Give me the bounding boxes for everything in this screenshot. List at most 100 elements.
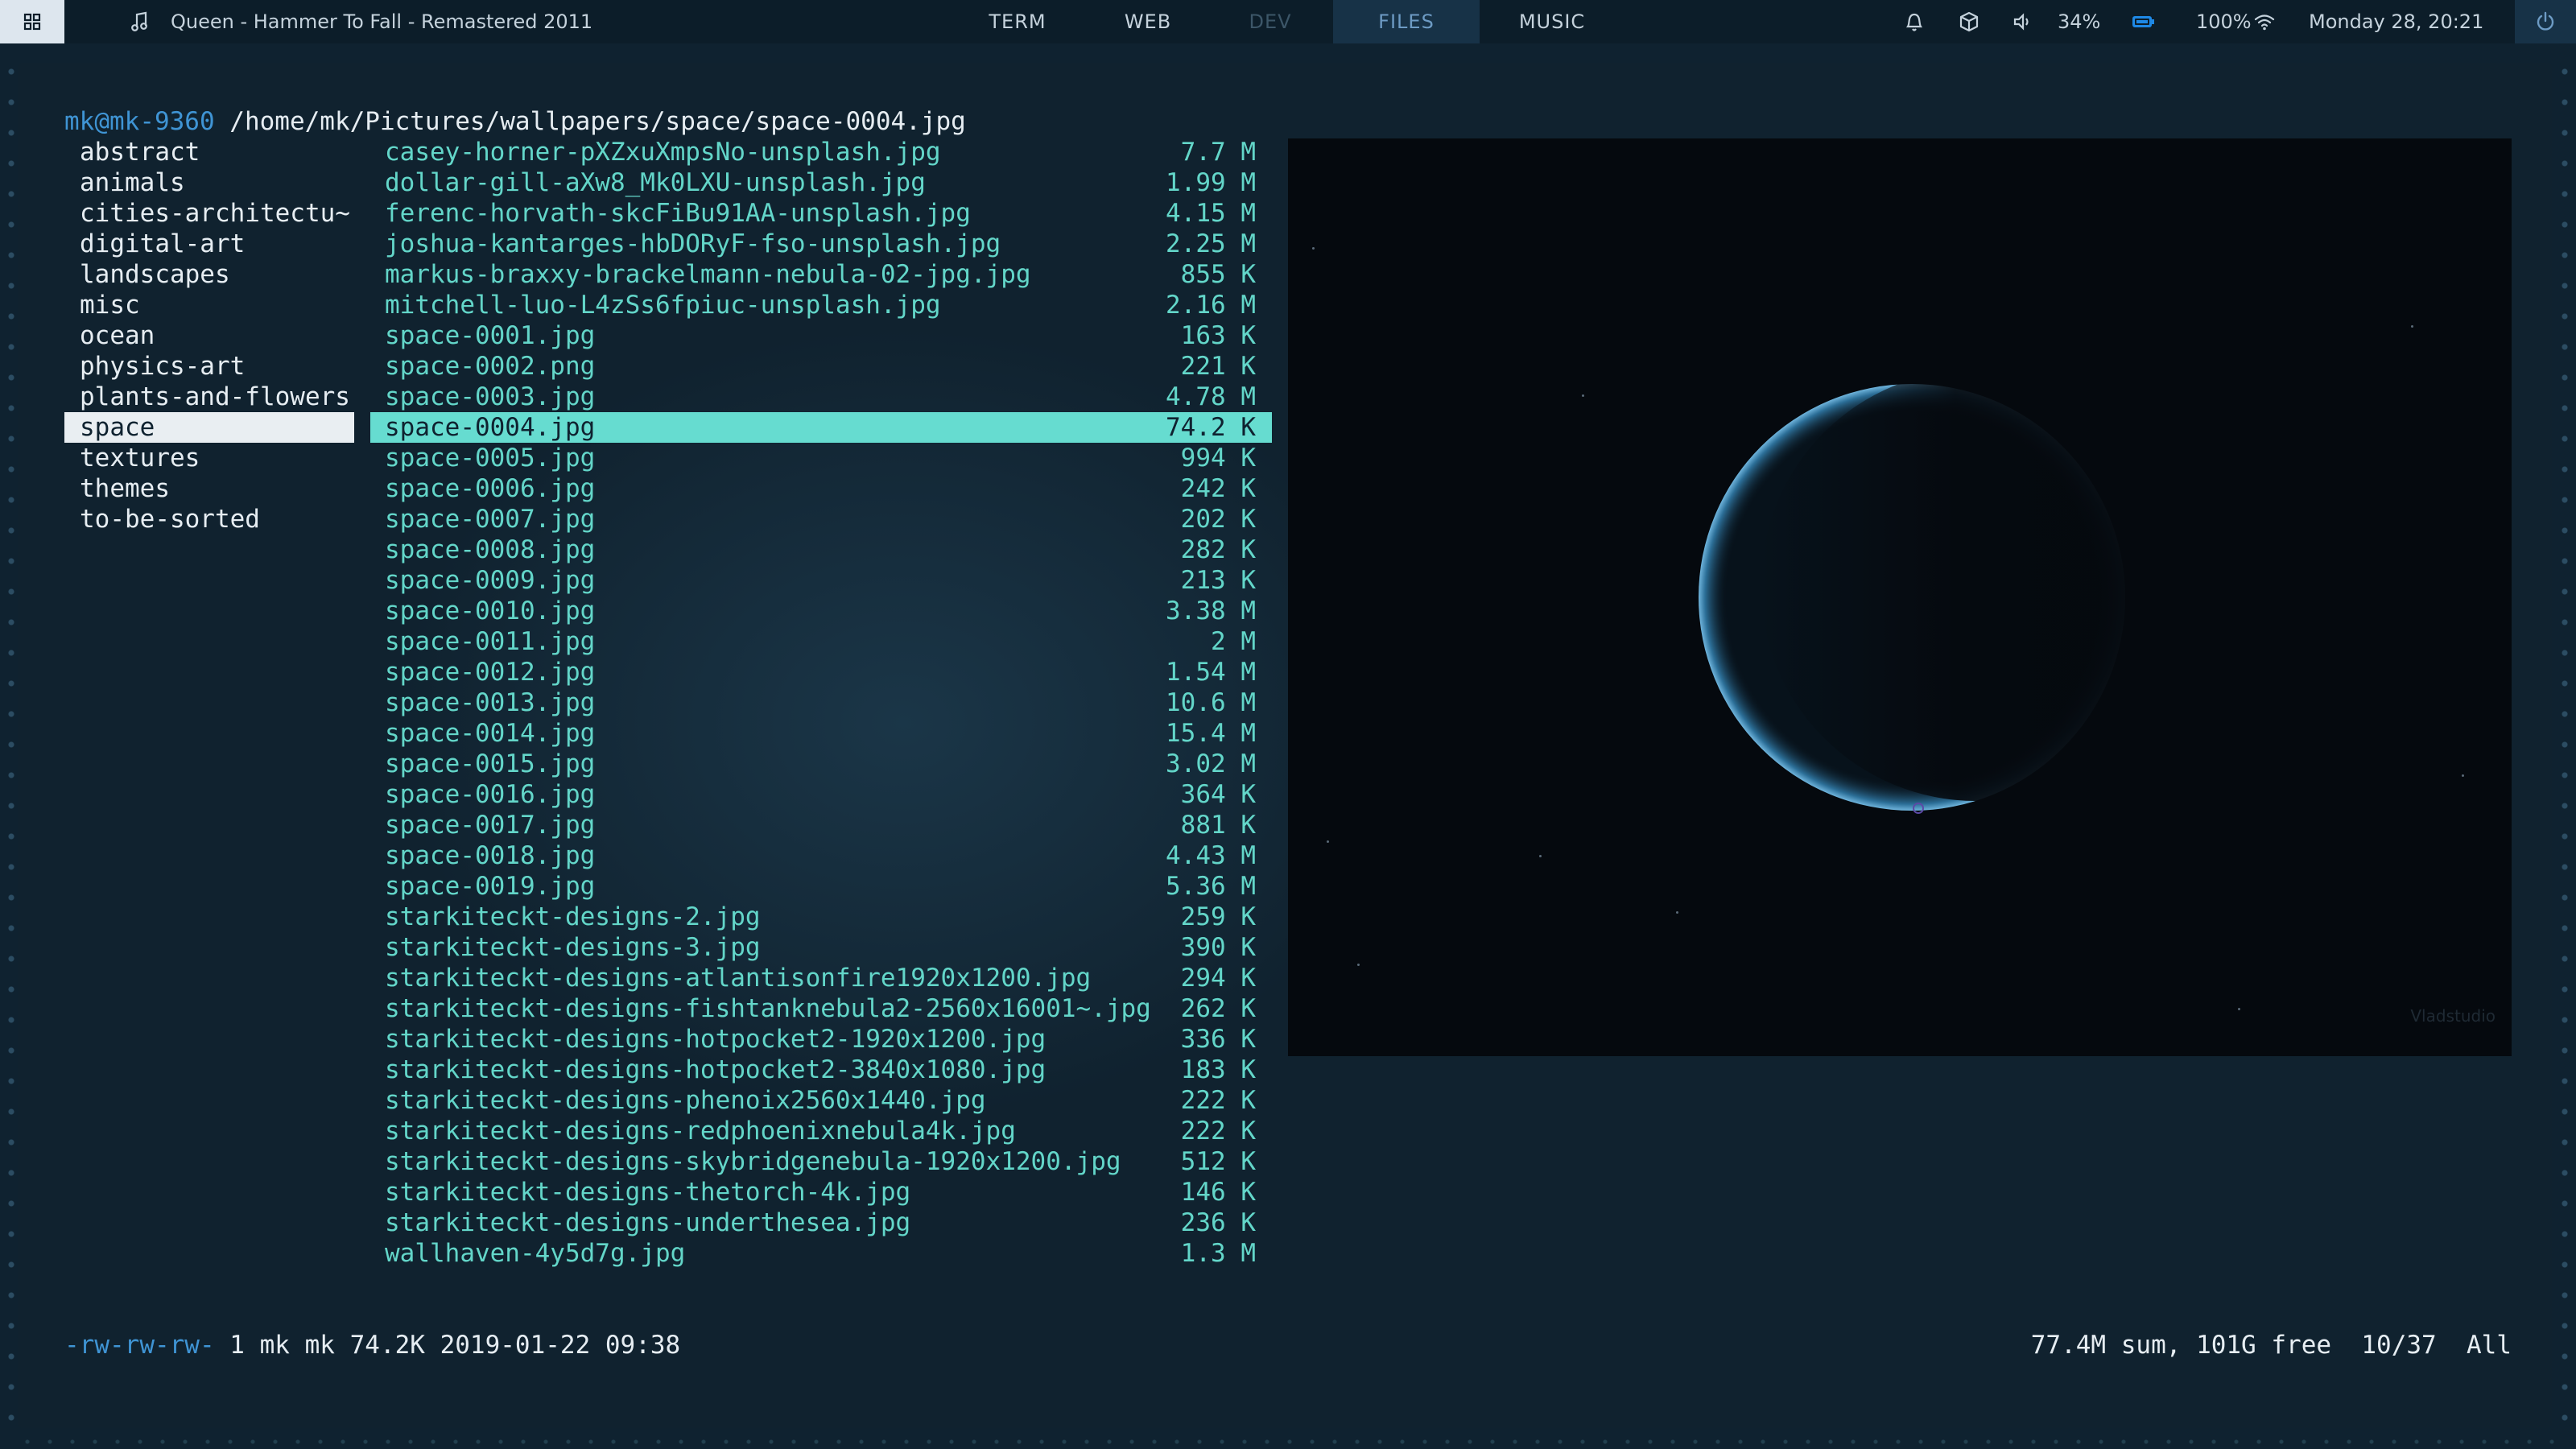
package-button[interactable] — [1959, 0, 1979, 43]
file-item[interactable]: starkiteckt-designs-atlantisonfire1920x1… — [370, 963, 1272, 993]
top-bar: Queen - Hammer To Fall - Remastered 2011… — [0, 0, 2576, 43]
directory-item[interactable]: animals — [64, 167, 354, 198]
file-name: space-0010.jpg — [385, 597, 596, 625]
file-item[interactable]: joshua-kantarges-hbDORyF-fso-unsplash.jp… — [370, 229, 1272, 259]
file-item[interactable]: starkiteckt-designs-thetorch-4k.jpg 146 K — [370, 1177, 1272, 1208]
file-name: space-0011.jpg — [385, 627, 596, 656]
file-item[interactable]: starkiteckt-designs-3.jpg 390 K — [370, 932, 1272, 963]
directory-item[interactable]: abstract — [64, 137, 354, 167]
file-item[interactable]: space-0003.jpg 4.78 M — [370, 382, 1272, 412]
file-size: 4.43 M — [1166, 841, 1256, 870]
directory-item[interactable]: misc — [64, 290, 354, 320]
music-note-icon — [130, 11, 148, 32]
file-item[interactable]: casey-horner-pXZxuXmpsNo-unsplash.jpg 7.7… — [370, 137, 1272, 167]
file-item[interactable]: starkiteckt-designs-2.jpg 259 K — [370, 902, 1272, 932]
volume-icon — [2013, 13, 2032, 31]
file-size: 390 K — [1180, 933, 1256, 962]
file-item[interactable]: markus-braxxy-brackelmann-nebula-02-jpg.… — [370, 259, 1272, 290]
file-item[interactable]: starkiteckt-designs-redphoenixnebula4k.j… — [370, 1116, 1272, 1146]
directory-item[interactable]: ocean — [64, 320, 354, 351]
file-item[interactable]: space-0012.jpg 1.54 M — [370, 657, 1272, 687]
file-item[interactable]: space-0009.jpg 213 K — [370, 565, 1272, 596]
file-item[interactable]: space-0014.jpg 15.4 M — [370, 718, 1272, 749]
file-item[interactable]: starkiteckt-designs-phenoix2560x1440.jpg… — [370, 1085, 1272, 1116]
file-item[interactable]: space-0013.jpg 10.6 M — [370, 687, 1272, 718]
file-size: 163 K — [1180, 321, 1256, 350]
file-size: 10.6 M — [1166, 688, 1256, 717]
file-name: starkiteckt-designs-atlantisonfire1920x1… — [385, 964, 1092, 993]
file-item[interactable]: space-0001.jpg 163 K — [370, 320, 1272, 351]
notifications-button[interactable] — [1905, 0, 1924, 43]
file-item[interactable]: starkiteckt-designs-underthesea.jpg 236 K — [370, 1208, 1272, 1238]
file-size: 236 K — [1180, 1208, 1256, 1237]
file-item[interactable]: space-0010.jpg 3.38 M — [370, 596, 1272, 626]
file-item[interactable]: space-0017.jpg 881 K — [370, 810, 1272, 840]
file-name: ferenc-horvath-skcFiBu91AA-unsplash.jpg — [385, 199, 971, 228]
file-size: 202 K — [1180, 505, 1256, 534]
tab-label: TERM — [989, 10, 1046, 33]
file-item[interactable]: wallhaven-4y5d7g.jpg 1.3 M — [370, 1238, 1272, 1269]
status-bar-right: 77.4M sum, 101G free 10/37 All — [2031, 1330, 2512, 1360]
directory-item[interactable]: physics-art — [64, 351, 354, 382]
tab-label: WEB — [1124, 10, 1172, 33]
clock[interactable]: Monday 28, 20:21 — [2309, 0, 2483, 43]
file-size: 213 K — [1180, 566, 1256, 595]
file-item[interactable]: space-0008.jpg 282 K — [370, 535, 1272, 565]
file-item[interactable]: ferenc-horvath-skcFiBu91AA-unsplash.jpg 4… — [370, 198, 1272, 229]
file-name: space-0007.jpg — [385, 505, 596, 534]
file-item[interactable]: starkiteckt-designs-hotpocket2-3840x1080… — [370, 1055, 1272, 1085]
file-name: dollar-gill-aXw8_Mk0LXU-unsplash.jpg — [385, 168, 926, 197]
file-size: 7.7 M — [1180, 138, 1256, 167]
file-item[interactable]: dollar-gill-aXw8_Mk0LXU-unsplash.jpg 1.99… — [370, 167, 1272, 198]
file-size: 3.38 M — [1166, 597, 1256, 625]
file-name: starkiteckt-designs-hotpocket2-1920x1200… — [385, 1025, 1046, 1054]
file-size: 1.99 M — [1166, 168, 1256, 197]
file-item[interactable]: space-0016.jpg 364 K — [370, 779, 1272, 810]
file-item[interactable]: space-0004.jpg 74.2 K — [370, 412, 1272, 443]
file-item[interactable]: space-0015.jpg 3.02 M — [370, 749, 1272, 779]
directory-item[interactable]: cities-architectu~ — [64, 198, 354, 229]
menu-button[interactable] — [0, 0, 64, 43]
directory-item[interactable]: digital-art — [64, 229, 354, 259]
directory-item[interactable]: space — [64, 412, 354, 443]
tab-term[interactable]: TERM — [985, 0, 1050, 43]
file-size: 183 K — [1180, 1055, 1256, 1084]
file-name: casey-horner-pXZxuXmpsNo-unsplash.jpg — [385, 138, 941, 167]
tab-web[interactable]: WEB — [1116, 0, 1180, 43]
file-item[interactable]: space-0019.jpg 5.36 M — [370, 871, 1272, 902]
file-name: joshua-kantarges-hbDORyF-fso-unsplash.jp… — [385, 229, 1001, 258]
file-item[interactable]: starkiteckt-designs-skybridgenebula-1920… — [370, 1146, 1272, 1177]
directory-item[interactable]: textures — [64, 443, 354, 473]
directory-item[interactable]: landscapes — [64, 259, 354, 290]
clock-text: Monday 28, 20:21 — [2309, 10, 2484, 33]
tab-dev[interactable]: DEV — [1238, 0, 1302, 43]
tab-music[interactable]: MUSIC — [1513, 0, 1591, 43]
file-item[interactable]: space-0006.jpg 242 K — [370, 473, 1272, 504]
file-item[interactable]: mitchell-luo-L4zSs6fpiuc-unsplash.jpg 2.1… — [370, 290, 1272, 320]
file-name: space-0018.jpg — [385, 841, 596, 870]
file-name: starkiteckt-designs-fishtanknebula2-2560… — [385, 994, 1151, 1023]
file-item[interactable]: space-0005.jpg 994 K — [370, 443, 1272, 473]
battery-status[interactable]: 100% — [2132, 0, 2252, 43]
file-item[interactable]: space-0002.png 221 K — [370, 351, 1272, 382]
file-name: space-0015.jpg — [385, 749, 596, 778]
file-item[interactable]: starkiteckt-designs-hotpocket2-1920x1200… — [370, 1024, 1272, 1055]
file-item[interactable]: space-0018.jpg 4.43 M — [370, 840, 1272, 871]
tab-files[interactable]: FILES — [1333, 0, 1480, 43]
file-item[interactable]: space-0007.jpg 202 K — [370, 504, 1272, 535]
now-playing[interactable]: Queen - Hammer To Fall - Remastered 2011 — [130, 0, 592, 43]
file-item[interactable]: starkiteckt-designs-fishtanknebula2-2560… — [370, 993, 1272, 1024]
directory-item[interactable]: plants-and-flowers — [64, 382, 354, 412]
left-edge-decoration — [6, 56, 16, 1425]
directory-item[interactable]: themes — [64, 473, 354, 504]
battery-level: 100% — [2196, 10, 2252, 33]
file-size: 855 K — [1180, 260, 1256, 289]
power-button[interactable] — [2515, 0, 2576, 43]
file-size: 994 K — [1180, 444, 1256, 473]
volume-control[interactable]: 34% — [2013, 0, 2100, 43]
wifi-status[interactable] — [2254, 0, 2275, 43]
file-item[interactable]: space-0011.jpg 2 M — [370, 626, 1272, 657]
disk-summary: 77.4M sum, 101G free 10/37 All — [2030, 1331, 2512, 1360]
directory-item[interactable]: to-be-sorted — [64, 504, 354, 535]
file-name: starkiteckt-designs-3.jpg — [385, 933, 761, 962]
